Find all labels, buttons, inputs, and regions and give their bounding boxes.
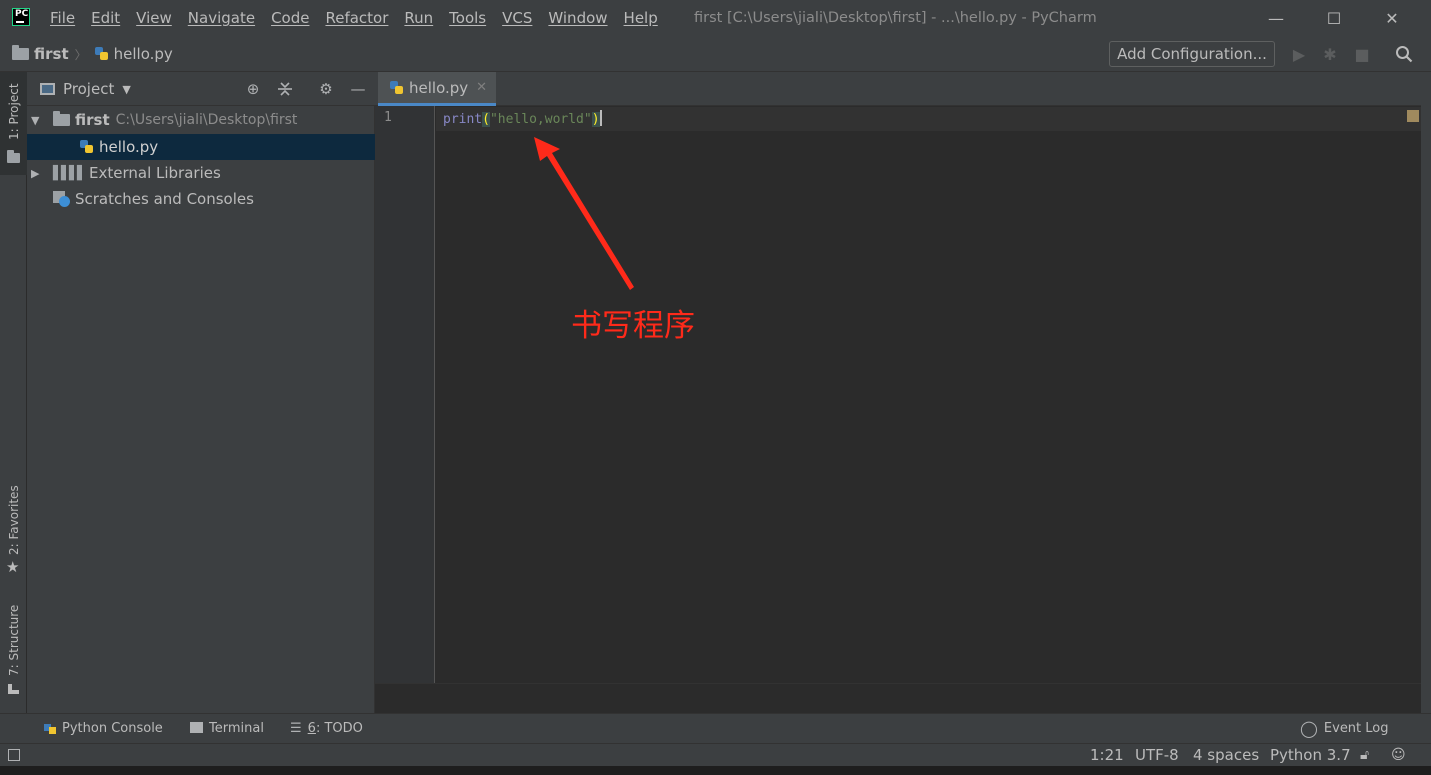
debug-icon[interactable]: ✱ (1318, 42, 1342, 66)
event-log-tab[interactable]: ◯ Event Log (1300, 713, 1389, 743)
breadcrumb-first[interactable]: first (34, 45, 69, 63)
python-file-icon (78, 139, 94, 155)
python-console-label: Python Console (62, 720, 163, 736)
menu-help[interactable]: Help (624, 9, 658, 27)
menu-edit[interactable]: Edit (91, 9, 120, 27)
scratches-icon (53, 190, 71, 208)
todo-label: : TODO (315, 720, 363, 736)
tree-item-label: hello.py (99, 138, 159, 156)
todo-list-icon: ☰ (290, 720, 302, 736)
terminal-label: Terminal (209, 720, 264, 736)
project-panel-title: Project (63, 80, 115, 98)
close-tab-icon[interactable]: ✕ (476, 80, 487, 95)
event-log-icon: ◯ (1300, 718, 1318, 738)
code-builtin-print: print (443, 112, 483, 127)
project-panel-icon (40, 83, 55, 95)
tab-hello-py[interactable]: hello.py ✕ (378, 72, 496, 106)
menu-file[interactable]: File (50, 9, 75, 27)
tool-window-project[interactable]: 1: Project (0, 72, 27, 175)
folder-icon (7, 150, 20, 163)
menu-vcs[interactable]: VCS (502, 9, 532, 27)
chevron-right-icon: 〉 (74, 47, 87, 62)
locate-icon[interactable]: ⊕ (242, 78, 264, 100)
add-configuration-button[interactable]: Add Configuration... (1109, 41, 1275, 67)
breadcrumb-hello-py[interactable]: hello.py (114, 45, 173, 63)
python-file-icon (93, 46, 109, 62)
unlock-icon[interactable]: 🔓︎ (1360, 743, 1369, 766)
minimize-button[interactable]: — (1246, 0, 1306, 36)
favorites-tool-label: 2: Favorites (7, 485, 21, 555)
search-icon[interactable] (1392, 42, 1416, 66)
run-icon[interactable]: ▶ (1287, 42, 1311, 66)
project-tool-label: 1: Project (7, 83, 21, 140)
os-taskbar (0, 766, 1431, 775)
hide-panel-icon[interactable]: — (347, 78, 369, 100)
libraries-icon: ▌▌▌▌ (53, 165, 87, 181)
structure-icon (8, 684, 19, 694)
pycharm-logo-icon: PC (12, 8, 30, 26)
tool-window-structure[interactable]: 7: Structure (0, 598, 27, 698)
editor-gutter (375, 106, 435, 683)
terminal-tab[interactable]: Terminal (190, 713, 264, 743)
collapse-all-icon[interactable] (274, 78, 296, 100)
tool-window-favorites[interactable]: 2: Favorites ★ (0, 480, 27, 580)
indent-setting[interactable]: 4 spaces (1193, 743, 1259, 766)
menu-refactor[interactable]: Refactor (325, 9, 388, 27)
editor-tab-bar (375, 72, 1421, 106)
python-console-tab[interactable]: Python Console (44, 713, 163, 743)
tree-item-label: first (75, 111, 110, 129)
stop-icon[interactable]: ■ (1350, 42, 1374, 66)
gear-icon[interactable]: ⚙ (315, 78, 337, 100)
menu-run[interactable]: Run (404, 9, 433, 27)
project-view-selector[interactable]: Project ▼ (40, 72, 131, 106)
menu-tools[interactable]: Tools (449, 9, 486, 27)
logo-text: PC (15, 9, 29, 19)
todo-mnemonic: 6 (307, 720, 316, 736)
tree-item-first[interactable]: ▼ first C:\Users\jiali\Desktop\first (27, 107, 375, 133)
star-icon: ★ (6, 558, 20, 576)
python-interpreter[interactable]: Python 3.7 (1270, 743, 1351, 766)
editor-bottom-area (375, 683, 1421, 713)
tree-item-hello-py[interactable]: hello.py (27, 134, 375, 160)
tab-label: hello.py (409, 78, 469, 97)
event-log-label: Event Log (1323, 720, 1389, 736)
menu-view[interactable]: View (136, 9, 172, 27)
menu-navigate[interactable]: Navigate (188, 9, 255, 27)
python-console-icon (44, 721, 56, 736)
chevron-down-icon: ▼ (31, 113, 40, 127)
code-open-paren: ( (482, 112, 490, 127)
inspector-icon[interactable]: ☺ (1391, 743, 1406, 766)
menu-code[interactable]: Code (271, 9, 309, 27)
toggle-tool-windows-icon[interactable] (8, 743, 20, 766)
file-encoding[interactable]: UTF-8 (1135, 743, 1179, 766)
folder-icon (53, 111, 70, 126)
close-button[interactable]: ✕ (1362, 0, 1422, 36)
window-title: first [C:\Users\jiali\Desktop\first] - .… (694, 10, 1097, 26)
structure-tool-label: 7: Structure (7, 604, 21, 676)
text-caret (599, 110, 602, 126)
tree-item-path: C:\Users\jiali\Desktop\first (115, 112, 298, 128)
menu-bar: File Edit View Navigate Code Refactor Ru… (42, 0, 666, 36)
tree-item-label: External Libraries (89, 164, 221, 182)
breadcrumb: first 〉 hello.py (12, 36, 173, 72)
python-file-icon (388, 80, 404, 96)
tree-item-scratches[interactable]: Scratches and Consoles (27, 186, 375, 212)
editor-scrollbar[interactable] (1421, 72, 1431, 713)
folder-icon (12, 45, 29, 60)
chevron-right-icon: ▶ (31, 166, 40, 180)
todo-tab[interactable]: ☰ 6: TODO (290, 713, 363, 743)
chevron-down-icon: ▼ (122, 82, 131, 96)
tree-item-external-libraries[interactable]: ▶ ▌▌▌▌ External Libraries (27, 160, 375, 186)
line-number: 1 (384, 110, 392, 125)
menu-window[interactable]: Window (548, 9, 607, 27)
inspection-marker-icon[interactable] (1407, 110, 1419, 122)
tree-item-label: Scratches and Consoles (75, 190, 254, 208)
annotation-text: 书写程序 (571, 308, 695, 344)
maximize-button[interactable]: ☐ (1304, 0, 1364, 36)
terminal-icon (190, 721, 203, 736)
annotation-arrow-icon (534, 137, 634, 290)
cursor-position[interactable]: 1:21 (1090, 743, 1124, 766)
